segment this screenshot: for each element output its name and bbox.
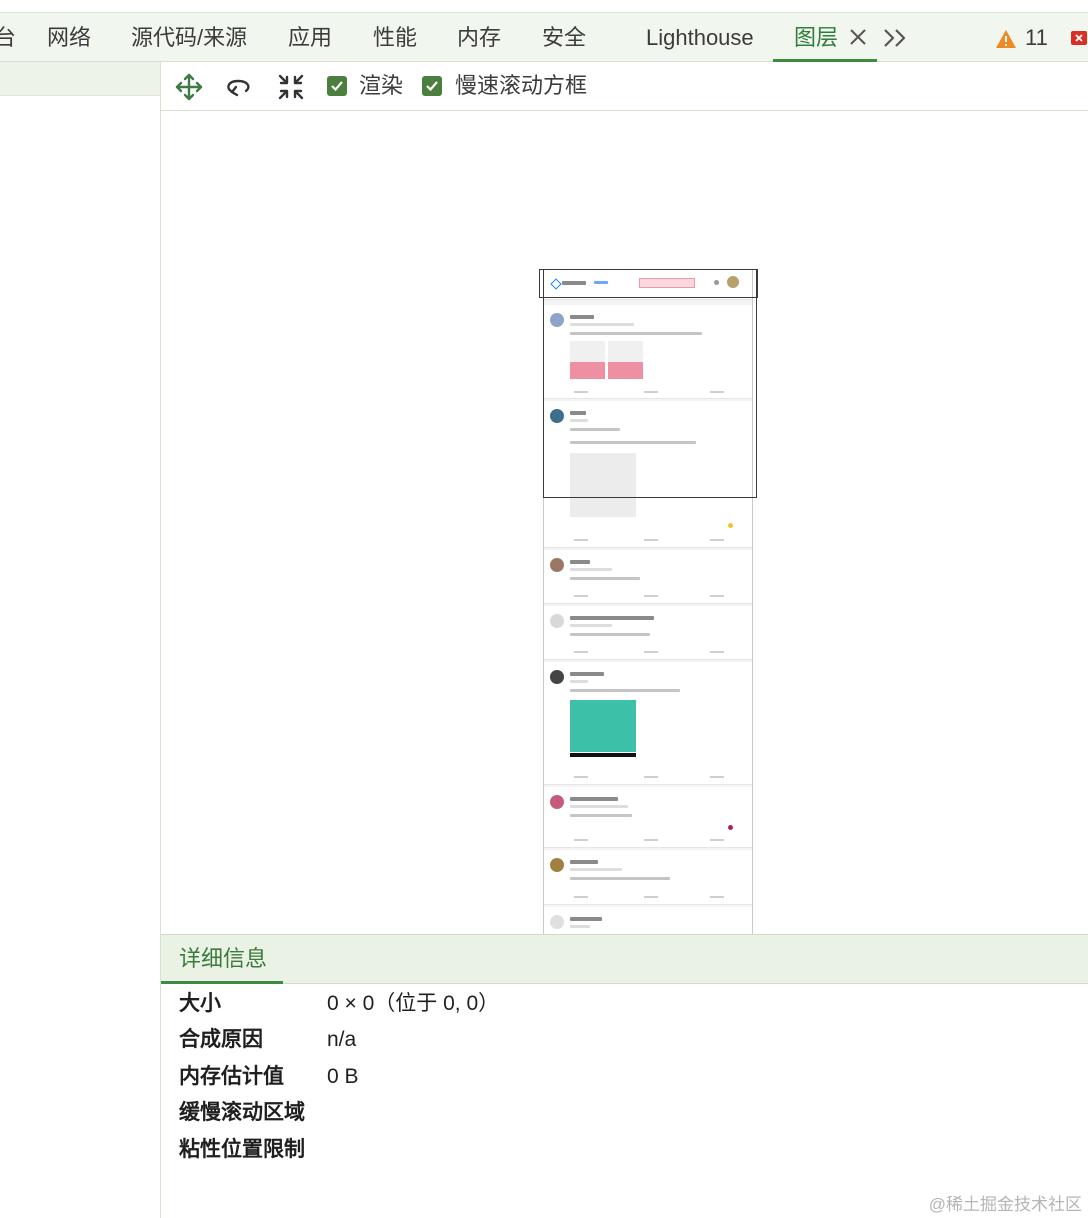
render-checkbox[interactable] bbox=[327, 76, 347, 96]
slow-scroll-rects-checkbox[interactable] bbox=[422, 76, 442, 96]
prop-key-memory-estimate: 内存估计值 bbox=[179, 1065, 284, 1088]
warning-icon[interactable] bbox=[995, 29, 1017, 49]
prop-key-slow-scroll-regions: 缓慢滚动区域 bbox=[179, 1101, 305, 1124]
feed-card bbox=[544, 907, 752, 934]
prop-key-sticky-position-constraint: 粘性位置限制 bbox=[179, 1138, 305, 1161]
warning-count[interactable]: 11 bbox=[1025, 13, 1048, 62]
slow-scroll-rects-checkbox-label[interactable]: 慢速滚动方框 bbox=[455, 62, 587, 110]
layers-tree-sidebar bbox=[0, 62, 161, 1218]
pan-move-icon[interactable] bbox=[174, 72, 204, 102]
prop-value-memory-estimate: 0 B bbox=[327, 1065, 359, 1088]
watermark: @稀土掘金技术社区 bbox=[928, 1195, 1082, 1214]
tab-application[interactable]: 应用 bbox=[288, 13, 332, 62]
layer-tree-item[interactable] bbox=[0, 62, 160, 96]
details-tabbar: 详细信息 bbox=[161, 934, 1088, 984]
tab-sources[interactable]: 源代码/来源 bbox=[131, 13, 247, 62]
checkbox-check-icon bbox=[331, 81, 343, 92]
feed-card bbox=[544, 787, 752, 848]
prop-value-size: 0 × 0（位于 0, 0） bbox=[327, 992, 500, 1015]
feed-card bbox=[544, 850, 752, 905]
layer-details-panel: 大小 0 × 0（位于 0, 0） 合成原因 n/a 内存估计值 0 B 缓慢滚… bbox=[161, 984, 1088, 1218]
tab-lighthouse[interactable]: Lighthouse bbox=[646, 13, 754, 62]
tab-security[interactable]: 安全 bbox=[542, 13, 586, 62]
feed-card bbox=[544, 662, 752, 785]
prop-key-compositing-reasons: 合成原因 bbox=[179, 1028, 263, 1051]
checkbox-check-icon bbox=[426, 81, 438, 92]
feed-card bbox=[544, 606, 752, 660]
close-icon[interactable] bbox=[848, 25, 868, 49]
tab-performance[interactable]: 性能 bbox=[373, 13, 417, 62]
tab-layers[interactable]: 图层 bbox=[794, 13, 838, 62]
error-icon[interactable] bbox=[1070, 30, 1088, 48]
tab-console[interactable]: 台 bbox=[0, 13, 16, 62]
render-checkbox-label[interactable]: 渲染 bbox=[359, 62, 403, 110]
more-tabs-icon[interactable] bbox=[882, 27, 908, 49]
tab-details[interactable]: 详细信息 bbox=[179, 935, 267, 983]
rotate-icon[interactable] bbox=[224, 72, 254, 102]
layers-3d-view[interactable] bbox=[161, 111, 1088, 934]
tab-network[interactable]: 网络 bbox=[47, 13, 91, 62]
prop-key-size: 大小 bbox=[179, 992, 221, 1015]
tab-memory[interactable]: 内存 bbox=[457, 13, 501, 62]
feed-card bbox=[544, 550, 752, 604]
reset-view-icon[interactable] bbox=[276, 72, 306, 102]
window-top-strip bbox=[0, 0, 1088, 12]
layers-toolbar: 渲染 慢速滚动方框 bbox=[161, 62, 1088, 111]
prop-value-compositing-reasons: n/a bbox=[327, 1028, 357, 1051]
devtools-tabbar: 台 网络 源代码/来源 应用 性能 内存 安全 Lighthouse 图层 11 bbox=[0, 12, 1088, 62]
layer-outline-viewport[interactable] bbox=[543, 269, 757, 498]
